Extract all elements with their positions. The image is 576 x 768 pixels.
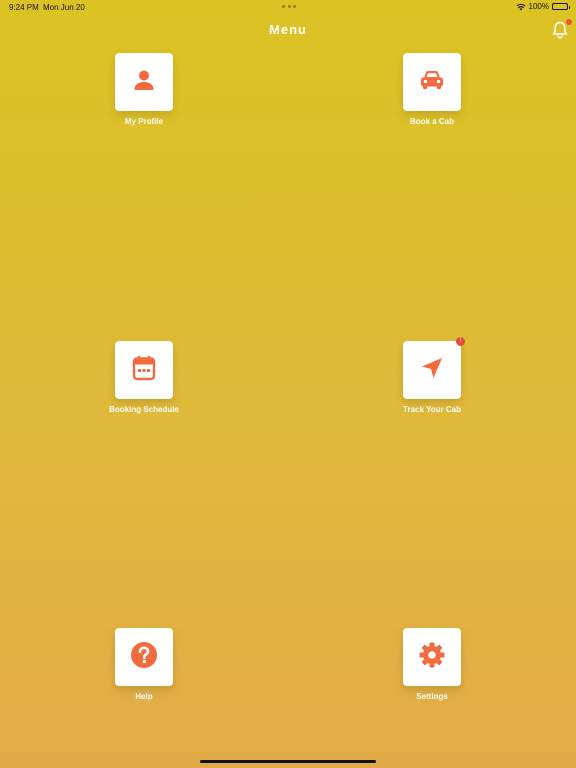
- car-icon: [419, 68, 445, 97]
- page-title: Menu: [269, 22, 307, 37]
- settings-button[interactable]: [403, 628, 461, 686]
- status-bar: 9:24 PM Mon Jun 20 100%: [0, 0, 576, 14]
- help-label: Help: [135, 692, 153, 701]
- track-your-cab-label: Track Your Cab: [403, 405, 461, 414]
- multitasking-dots[interactable]: [282, 4, 296, 8]
- track-your-cab-badge: !: [456, 337, 465, 346]
- my-profile-button[interactable]: [115, 53, 173, 111]
- booking-schedule-label: Booking Schedule: [109, 405, 179, 414]
- settings-label: Settings: [416, 692, 448, 701]
- status-date: Mon Jun 20: [43, 3, 85, 12]
- home-indicator[interactable]: [200, 760, 376, 763]
- book-a-cab-button[interactable]: [403, 53, 461, 111]
- calendar-icon: [132, 355, 156, 386]
- menu-item-settings[interactable]: Settings: [362, 628, 502, 701]
- track-your-cab-button[interactable]: !: [403, 337, 465, 399]
- battery-icon: [552, 3, 570, 10]
- help-button[interactable]: [115, 628, 173, 686]
- person-icon: [132, 68, 156, 97]
- menu-item-book-a-cab[interactable]: Book a Cab: [362, 53, 502, 126]
- my-profile-label: My Profile: [124, 117, 164, 126]
- book-a-cab-label: Book a Cab: [409, 117, 454, 126]
- menu-item-help[interactable]: Help: [74, 628, 214, 701]
- notification-dot: [566, 19, 572, 25]
- menu-item-booking-schedule[interactable]: Booking Schedule: [74, 341, 214, 414]
- status-indicators: 100%: [515, 2, 570, 11]
- wifi-icon: [515, 3, 526, 11]
- booking-schedule-button[interactable]: [115, 341, 173, 399]
- navigation-arrow-icon: [420, 356, 444, 385]
- menu-item-my-profile[interactable]: My Profile: [74, 53, 214, 126]
- battery-percentage: 100%: [528, 2, 549, 11]
- notifications-button[interactable]: [552, 19, 572, 39]
- question-circle-icon: [130, 641, 158, 674]
- gear-icon: [418, 641, 446, 674]
- status-time: 9:24 PM: [9, 3, 39, 12]
- menu-item-track-your-cab[interactable]: ! Track Your Cab: [362, 337, 502, 414]
